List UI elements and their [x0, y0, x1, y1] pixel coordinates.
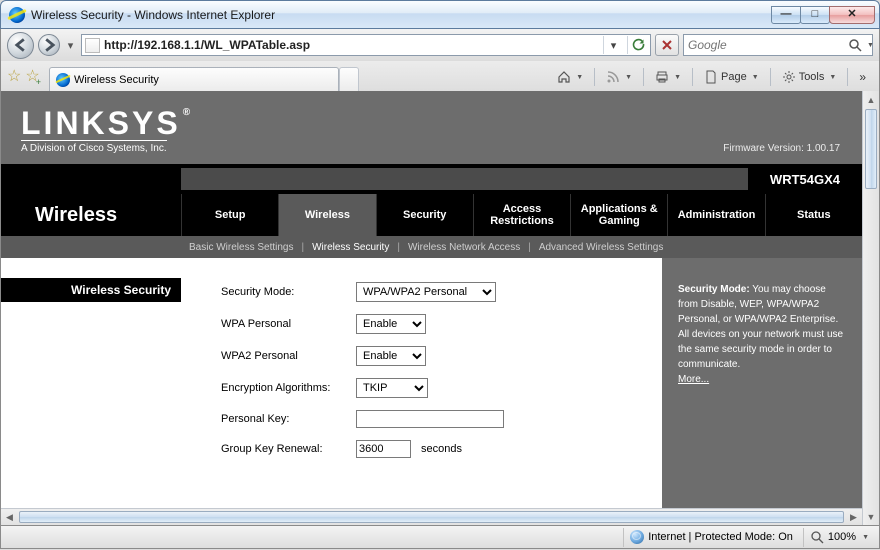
horizontal-scrollbar[interactable]: ◀ ▶ [1, 508, 862, 525]
forward-button[interactable] [38, 34, 60, 56]
linksys-logo: LINKSYS® [21, 105, 842, 142]
encryption-select[interactable]: TKIP [356, 378, 428, 398]
nav-tab-security[interactable]: Security [376, 194, 473, 236]
page-menu-button[interactable]: Page▼ [697, 66, 766, 88]
linksys-header: LINKSYS® A Division of Cisco Systems, In… [1, 91, 862, 164]
close-button[interactable]: ✕ [829, 6, 875, 24]
nav-tab-wireless[interactable]: Wireless [278, 194, 375, 236]
wpa2-personal-select[interactable]: Enable [356, 346, 426, 366]
router-admin-page: LINKSYS® A Division of Cisco Systems, In… [1, 91, 862, 508]
new-tab-button[interactable] [339, 67, 359, 91]
help-panel: Security Mode: You may choose from Disab… [662, 258, 862, 508]
recent-pages-dropdown[interactable]: ▾ [64, 34, 77, 56]
sub-nav: Basic Wireless Settings | Wireless Secur… [1, 236, 862, 258]
help-title: Security Mode: [678, 284, 750, 295]
feeds-button[interactable]: ▼ [599, 66, 639, 88]
tab-title: Wireless Security [74, 74, 159, 86]
search-box[interactable]: ▼ [683, 34, 873, 56]
refresh-button[interactable] [627, 36, 647, 54]
zoom-icon [810, 530, 824, 544]
search-input[interactable] [688, 38, 845, 52]
firmware-version: Firmware Version: 1.00.17 [723, 143, 840, 154]
group-key-renewal-input[interactable] [356, 440, 411, 458]
router-model: WRT54GX4 [748, 164, 862, 194]
browser-tab[interactable]: Wireless Security [49, 67, 339, 91]
nav-tab-administration[interactable]: Administration [667, 194, 764, 236]
window-titlebar: Wireless Security - Windows Internet Exp… [0, 0, 880, 29]
settings-form: Security Mode: WPA/WPA2 Personal WPA Per… [181, 258, 662, 508]
command-bar-chevron[interactable]: » [852, 66, 873, 88]
vertical-scrollbar[interactable]: ▲ ▼ [862, 91, 879, 525]
ie-icon [56, 73, 70, 87]
nav-tab-access-restrictions[interactable]: Access Restrictions [473, 194, 570, 236]
zoom-control[interactable]: 100% ▼ [803, 528, 875, 547]
nav-tab-setup[interactable]: Setup [181, 194, 278, 236]
back-button[interactable] [7, 32, 34, 59]
zoom-level: 100% [828, 531, 856, 543]
help-body: You may choose from Disable, WEP, WPA/WP… [678, 284, 843, 370]
subnav-basic-wireless[interactable]: Basic Wireless Settings [181, 242, 301, 253]
favorites-center-button[interactable]: ☆ [7, 66, 21, 86]
ie-icon [9, 7, 25, 23]
tab-strip: ☆ ☆+ Wireless Security ▼ ▼ ▼ Page▼ Tools… [0, 61, 880, 91]
security-mode-label: Security Mode: [221, 286, 356, 298]
group-key-renewal-label: Group Key Renewal: [221, 443, 356, 455]
tools-menu-label: Tools [799, 71, 825, 83]
personal-key-input[interactable] [356, 410, 504, 428]
print-button[interactable]: ▼ [648, 66, 688, 88]
home-button[interactable]: ▼ [550, 66, 590, 88]
personal-key-label: Personal Key: [221, 413, 356, 425]
content-viewport: LINKSYS® A Division of Cisco Systems, In… [0, 91, 880, 526]
scroll-down-button[interactable]: ▼ [863, 508, 879, 525]
scroll-up-button[interactable]: ▲ [863, 91, 879, 108]
scroll-right-button[interactable]: ▶ [845, 509, 862, 525]
subnav-wireless-security[interactable]: Wireless Security [304, 242, 397, 253]
scroll-left-button[interactable]: ◀ [1, 509, 18, 525]
scroll-thumb-v[interactable] [865, 109, 877, 189]
nav-tab-applications-gaming[interactable]: Applications & Gaming [570, 194, 667, 236]
wpa-personal-select[interactable]: Enable [356, 314, 426, 334]
scroll-thumb-h[interactable] [19, 511, 844, 523]
side-section-label: Wireless Security [1, 278, 181, 302]
zoom-dropdown[interactable]: ▼ [862, 534, 869, 541]
address-bar[interactable]: ▾ [81, 34, 651, 56]
subnav-advanced-wireless[interactable]: Advanced Wireless Settings [531, 242, 672, 253]
maximize-button[interactable]: □ [800, 6, 830, 24]
stop-button[interactable] [655, 34, 679, 56]
main-nav: Wireless Setup Wireless Security Access … [1, 194, 862, 236]
section-title: Wireless [1, 194, 181, 236]
address-dropdown[interactable]: ▾ [603, 36, 623, 54]
wpa-personal-label: WPA Personal [221, 318, 356, 330]
renewal-unit: seconds [421, 443, 462, 455]
minimize-button[interactable]: — [771, 6, 801, 24]
page-menu-label: Page [721, 71, 747, 83]
model-row: WRT54GX4 [1, 164, 862, 194]
navigation-bar: ▾ ▾ ▼ [0, 29, 880, 61]
encryption-label: Encryption Algorithms: [221, 382, 356, 394]
security-mode-select[interactable]: WPA/WPA2 Personal [356, 282, 496, 302]
address-input[interactable] [104, 38, 599, 52]
search-provider-dropdown[interactable]: ▼ [867, 42, 874, 49]
add-favorites-button[interactable]: ☆+ [25, 66, 41, 87]
status-bar: Internet | Protected Mode: On 100% ▼ [0, 526, 880, 549]
tools-menu-button[interactable]: Tools▼ [775, 66, 844, 88]
subnav-wireless-network-access[interactable]: Wireless Network Access [400, 242, 528, 253]
search-icon[interactable] [848, 38, 862, 52]
window-title: Wireless Security - Windows Internet Exp… [31, 8, 772, 22]
internet-zone-icon [630, 530, 644, 544]
nav-tab-status[interactable]: Status [765, 194, 862, 236]
linksys-tagline: A Division of Cisco Systems, Inc. [21, 140, 167, 154]
page-icon [85, 38, 100, 53]
help-more-link[interactable]: More... [678, 374, 709, 385]
zone-text: Internet | Protected Mode: On [648, 531, 793, 543]
security-zone[interactable]: Internet | Protected Mode: On [623, 528, 799, 547]
wpa2-personal-label: WPA2 Personal [221, 350, 356, 362]
